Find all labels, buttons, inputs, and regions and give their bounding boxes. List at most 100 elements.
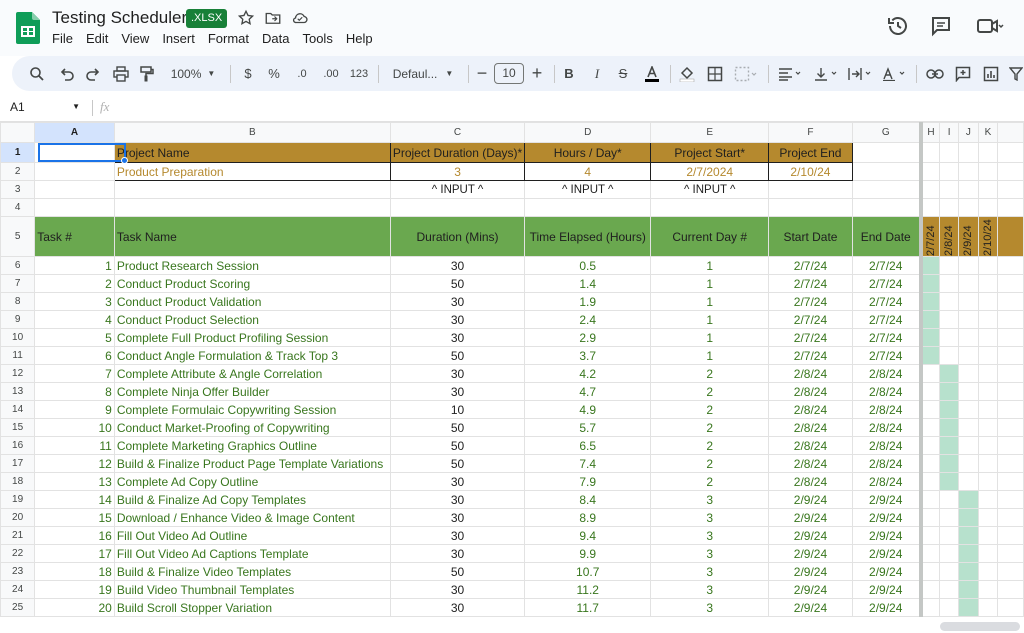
- duration-mins[interactable]: 30: [389, 580, 526, 599]
- task-name[interactable]: Fill Out Video Ad Outline: [113, 526, 391, 545]
- task-number[interactable]: 1: [34, 256, 115, 275]
- duration-mins[interactable]: 50: [389, 274, 526, 293]
- gantt-cell[interactable]: [939, 580, 960, 599]
- task-number[interactable]: 4: [34, 310, 115, 329]
- cell[interactable]: [997, 198, 1024, 217]
- task-number[interactable]: 8: [34, 382, 115, 401]
- gantt-cell[interactable]: [920, 544, 941, 563]
- gantt-cell[interactable]: [958, 364, 979, 383]
- task-name[interactable]: Fill Out Video Ad Captions Template: [113, 544, 391, 563]
- task-number[interactable]: 20: [34, 598, 115, 617]
- end-date[interactable]: 2/8/24: [851, 364, 923, 383]
- cell[interactable]: [997, 562, 1024, 581]
- cell[interactable]: [997, 544, 1024, 563]
- current-day[interactable]: 2: [650, 400, 770, 419]
- gantt-cell[interactable]: [939, 508, 960, 527]
- project-start-header[interactable]: Project Start*: [650, 142, 770, 163]
- gantt-cell[interactable]: [958, 382, 979, 401]
- end-date[interactable]: 2/7/24: [851, 274, 923, 293]
- fill-color-icon[interactable]: [678, 56, 696, 91]
- gantt-bar[interactable]: [920, 274, 941, 293]
- gantt-cell[interactable]: [977, 328, 999, 347]
- column-header-g[interactable]: G: [851, 122, 923, 143]
- project-duration-header[interactable]: Project Duration (Days)*: [389, 142, 526, 163]
- cell[interactable]: [389, 198, 526, 217]
- text-color-button[interactable]: [642, 56, 662, 91]
- gantt-cell[interactable]: [939, 292, 960, 311]
- undo-icon[interactable]: [56, 56, 78, 91]
- gantt-cell[interactable]: [958, 436, 979, 455]
- fill-handle[interactable]: [121, 157, 128, 164]
- time-elapsed[interactable]: 11.7: [524, 598, 652, 617]
- time-elapsed[interactable]: 9.9: [524, 544, 652, 563]
- cell[interactable]: [997, 598, 1024, 617]
- cell[interactable]: [113, 198, 391, 217]
- duration-mins[interactable]: 30: [389, 526, 526, 545]
- cell[interactable]: [997, 472, 1024, 491]
- cell-k3[interactable]: [977, 180, 999, 199]
- menu-file[interactable]: File: [52, 31, 73, 46]
- start-date[interactable]: 2/8/24: [768, 400, 853, 419]
- task-number[interactable]: 9: [34, 400, 115, 419]
- current-day[interactable]: 3: [650, 508, 770, 527]
- row-header-2[interactable]: 2: [0, 162, 36, 181]
- gantt-cell[interactable]: [958, 400, 979, 419]
- row-header-19[interactable]: 19: [0, 490, 36, 509]
- cell-j3[interactable]: [958, 180, 979, 199]
- task-number[interactable]: 10: [34, 418, 115, 437]
- cell-j4[interactable]: [958, 198, 979, 217]
- end-date[interactable]: 2/7/24: [851, 310, 923, 329]
- row-header-21[interactable]: 21: [0, 526, 36, 545]
- file-type-badge[interactable]: .XLSX: [186, 9, 228, 28]
- cell-h3[interactable]: [920, 180, 941, 199]
- task-number[interactable]: 12: [34, 454, 115, 473]
- task-name[interactable]: Build & Finalize Ad Copy Templates: [113, 490, 391, 509]
- gantt-bar[interactable]: [958, 544, 979, 563]
- gantt-bar[interactable]: [939, 454, 960, 473]
- time-elapsed[interactable]: 0.5: [524, 256, 652, 275]
- time-elapsed[interactable]: 2.4: [524, 310, 652, 329]
- task-number[interactable]: 13: [34, 472, 115, 491]
- menu-edit[interactable]: Edit: [86, 31, 108, 46]
- task-number[interactable]: 2: [34, 274, 115, 293]
- cell[interactable]: [34, 198, 115, 217]
- decrease-decimal-button[interactable]: .0: [290, 56, 314, 91]
- time-elapsed[interactable]: 2.9: [524, 328, 652, 347]
- task-name[interactable]: Build & Finalize Video Templates: [113, 562, 391, 581]
- row-header-12[interactable]: 12: [0, 364, 36, 383]
- gantt-cell[interactable]: [958, 328, 979, 347]
- gantt-bar[interactable]: [958, 562, 979, 581]
- project-end-value[interactable]: 2/10/24: [768, 162, 853, 181]
- start-date[interactable]: 2/9/24: [768, 508, 853, 527]
- task-name[interactable]: Download / Enhance Video & Image Content: [113, 508, 391, 527]
- duration-mins[interactable]: 30: [389, 328, 526, 347]
- hours-per-day-header[interactable]: Hours / Day*: [524, 142, 652, 163]
- current-day[interactable]: 1: [650, 274, 770, 293]
- gantt-cell[interactable]: [920, 598, 941, 617]
- decrease-font-size-button[interactable]: −: [474, 56, 490, 91]
- cell-k4[interactable]: [977, 198, 999, 217]
- start-date[interactable]: 2/9/24: [768, 562, 853, 581]
- column-header-j[interactable]: J: [958, 122, 979, 143]
- gantt-cell[interactable]: [920, 400, 941, 419]
- gantt-bar[interactable]: [958, 508, 979, 527]
- gantt-bar[interactable]: [939, 472, 960, 491]
- cell-a1[interactable]: [34, 142, 115, 163]
- gantt-cell[interactable]: [958, 310, 979, 329]
- gantt-cell[interactable]: [977, 544, 999, 563]
- cell[interactable]: [997, 526, 1024, 545]
- time-elapsed[interactable]: 4.2: [524, 364, 652, 383]
- time-elapsed[interactable]: 10.7: [524, 562, 652, 581]
- task-name[interactable]: Build Scroll Stopper Variation: [113, 598, 391, 617]
- row-header-18[interactable]: 18: [0, 472, 36, 491]
- row-header-8[interactable]: 8: [0, 292, 36, 311]
- cell[interactable]: [997, 454, 1024, 473]
- gantt-cell[interactable]: [920, 526, 941, 545]
- end-date[interactable]: 2/8/24: [851, 436, 923, 455]
- time-elapsed[interactable]: 7.9: [524, 472, 652, 491]
- sheets-logo-icon[interactable]: [16, 12, 40, 44]
- cell[interactable]: [997, 274, 1024, 293]
- end-date[interactable]: 2/9/24: [851, 508, 923, 527]
- task-name[interactable]: Complete Marketing Graphics Outline: [113, 436, 391, 455]
- duration-mins[interactable]: 50: [389, 454, 526, 473]
